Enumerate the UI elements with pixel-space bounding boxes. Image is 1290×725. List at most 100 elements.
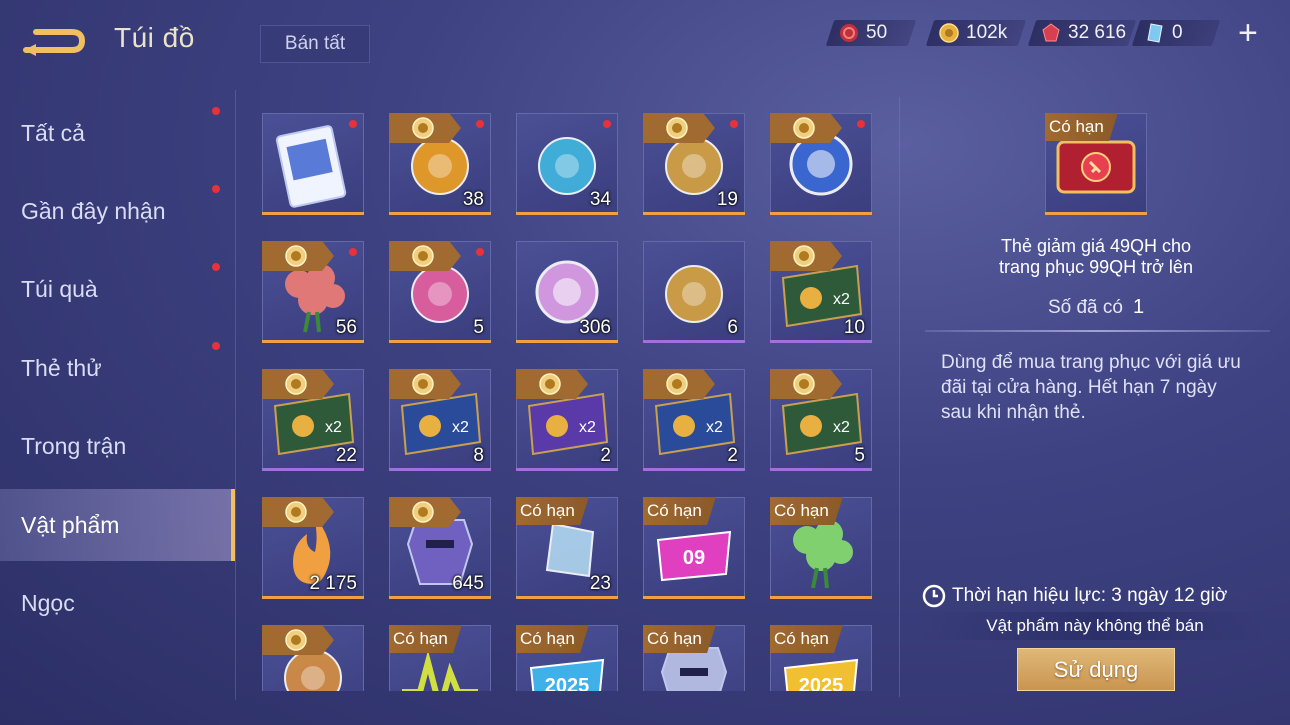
currency-value: 102k (966, 22, 1008, 43)
item-slot[interactable] (770, 113, 872, 215)
add-currency-button[interactable]: + (1238, 16, 1258, 50)
item-slot[interactable]: x2 10 (770, 241, 872, 343)
use-button[interactable]: Sử dụng (1017, 648, 1175, 691)
item-slot[interactable] (262, 113, 364, 215)
limited-tag: Có hạn (516, 625, 589, 653)
currency-red-gem: 32 616 (1027, 18, 1137, 48)
item-slot[interactable]: 2025 Có hạn (770, 625, 872, 691)
sidebar-item-all[interactable]: Tất cả (0, 97, 235, 169)
item-slot[interactable]: 306 (516, 241, 618, 343)
rarity-bar (1045, 212, 1147, 215)
rarity-bar (262, 468, 364, 471)
sell-all-button[interactable]: Bán tất (260, 25, 370, 63)
item-slot[interactable]: x2 2 (643, 369, 745, 471)
item-count: 5 (473, 317, 484, 338)
item-slot[interactable]: x2 5 (770, 369, 872, 471)
item-count: 2 (600, 445, 611, 466)
svg-text:2025: 2025 (545, 675, 590, 691)
item-slot[interactable]: 6 (643, 241, 745, 343)
blue-crystal-icon (1147, 23, 1163, 43)
sidebar-item-label: Vật phẩm (21, 511, 120, 538)
item-slot[interactable]: 38 (389, 113, 491, 215)
item-count: 645 (452, 573, 484, 594)
sidebar-item-items[interactable]: Vật phẩm (0, 489, 235, 561)
notification-dot (476, 120, 484, 128)
currency-value: 32 616 (1068, 22, 1127, 43)
rarity-bar (770, 340, 872, 343)
sidebar-item-trial-cards[interactable]: Thẻ thử (0, 332, 235, 404)
clock-icon (922, 584, 946, 608)
item-slot[interactable]: 2025 Có hạn (516, 625, 618, 691)
coin-tag-icon (643, 369, 715, 399)
item-slot[interactable]: x2 8 (389, 369, 491, 471)
item-slot[interactable]: x2 22 (262, 369, 364, 471)
currency-gold-coin: 102k (925, 18, 1027, 48)
sidebar-item-label: Tất cả (21, 119, 85, 146)
item-slot[interactable]: x2 2 (516, 369, 618, 471)
item-slot[interactable]: 09 Có hạn (643, 497, 745, 599)
rarity-bar (389, 212, 491, 215)
limited-tag: Có hạn (389, 625, 462, 653)
notification-dot (212, 263, 220, 271)
sidebar-item-gems[interactable]: Ngọc (0, 567, 235, 639)
sidebar-item-label: Gần đây nhận (21, 197, 166, 224)
item-count: 10 (843, 317, 865, 338)
sidebar-item-in-match[interactable]: Trong trận (0, 410, 235, 482)
notification-dot (476, 248, 484, 256)
category-sidebar: Tất cả Gần đây nhận Túi quà Thẻ thử Tron… (0, 92, 235, 725)
coin-tag-icon (389, 497, 461, 527)
item-slot[interactable]: 5 (389, 241, 491, 343)
item-count: 6 (727, 317, 738, 338)
gold-coin-icon (939, 23, 959, 43)
notification-dot (212, 342, 220, 350)
rarity-bar (643, 468, 745, 471)
coin-tag-icon (262, 625, 334, 655)
item-slot[interactable]: 19 (643, 113, 745, 215)
item-slot[interactable]: Có hạn (770, 497, 872, 599)
notification-dot (857, 120, 865, 128)
coin-tag-icon (389, 113, 461, 143)
coin-tag-icon (262, 369, 334, 399)
not-sellable-notice: Vật phẩm này không thể bán (920, 612, 1270, 640)
validity-text: Thời hạn hiệu lực: 3 ngày 12 giờ (952, 585, 1228, 606)
gold-trumpet-icon (665, 265, 723, 323)
sidebar-item-recent[interactable]: Gần đây nhận (0, 175, 235, 247)
item-count: 2 175 (309, 573, 357, 594)
voucher-card-icon (275, 125, 347, 208)
rarity-bar (643, 212, 745, 215)
item-slot[interactable]: 645 (389, 497, 491, 599)
rarity-bar (770, 596, 872, 599)
rarity-bar (516, 468, 618, 471)
item-count: 23 (589, 573, 611, 594)
rarity-bar (516, 340, 618, 343)
owned-count: Số đã có 1 (930, 296, 1262, 319)
notification-dot (730, 120, 738, 128)
coin-tag-icon (389, 369, 461, 399)
item-slot[interactable] (262, 625, 364, 691)
rarity-bar (262, 596, 364, 599)
item-slot[interactable]: Có hạn 23 (516, 497, 618, 599)
item-name-line: Thẻ giảm giá 49QH cho (1000, 236, 1192, 256)
item-slot[interactable]: 2 175 (262, 497, 364, 599)
panel-divider (899, 97, 900, 697)
svg-text:2025: 2025 (799, 675, 844, 691)
item-slot[interactable]: Có hạn (389, 625, 491, 691)
item-count: 306 (579, 317, 611, 338)
notification-dot (603, 120, 611, 128)
limited-tag: Có hạn (1045, 113, 1118, 141)
item-slot[interactable]: Có hạn (643, 625, 745, 691)
back-button[interactable] (22, 24, 86, 58)
coin-tag-icon (643, 113, 715, 143)
coin-tag-icon (770, 369, 842, 399)
selected-item-preview: Có hạn (1045, 113, 1147, 215)
item-slot[interactable]: 56 (262, 241, 364, 343)
sidebar-item-gift-bags[interactable]: Túi quà (0, 253, 235, 325)
currency-value: 0 (1172, 22, 1183, 43)
limited-tag: Có hạn (643, 497, 716, 525)
validity-period: Thời hạn hiệu lực: 3 ngày 12 giờ (922, 584, 1252, 608)
item-count: 8 (473, 445, 484, 466)
currency-blue-crystal: 0 (1131, 18, 1221, 48)
item-slot[interactable]: 34 (516, 113, 618, 215)
item-count: 34 (589, 189, 611, 210)
detail-separator (925, 330, 1270, 332)
